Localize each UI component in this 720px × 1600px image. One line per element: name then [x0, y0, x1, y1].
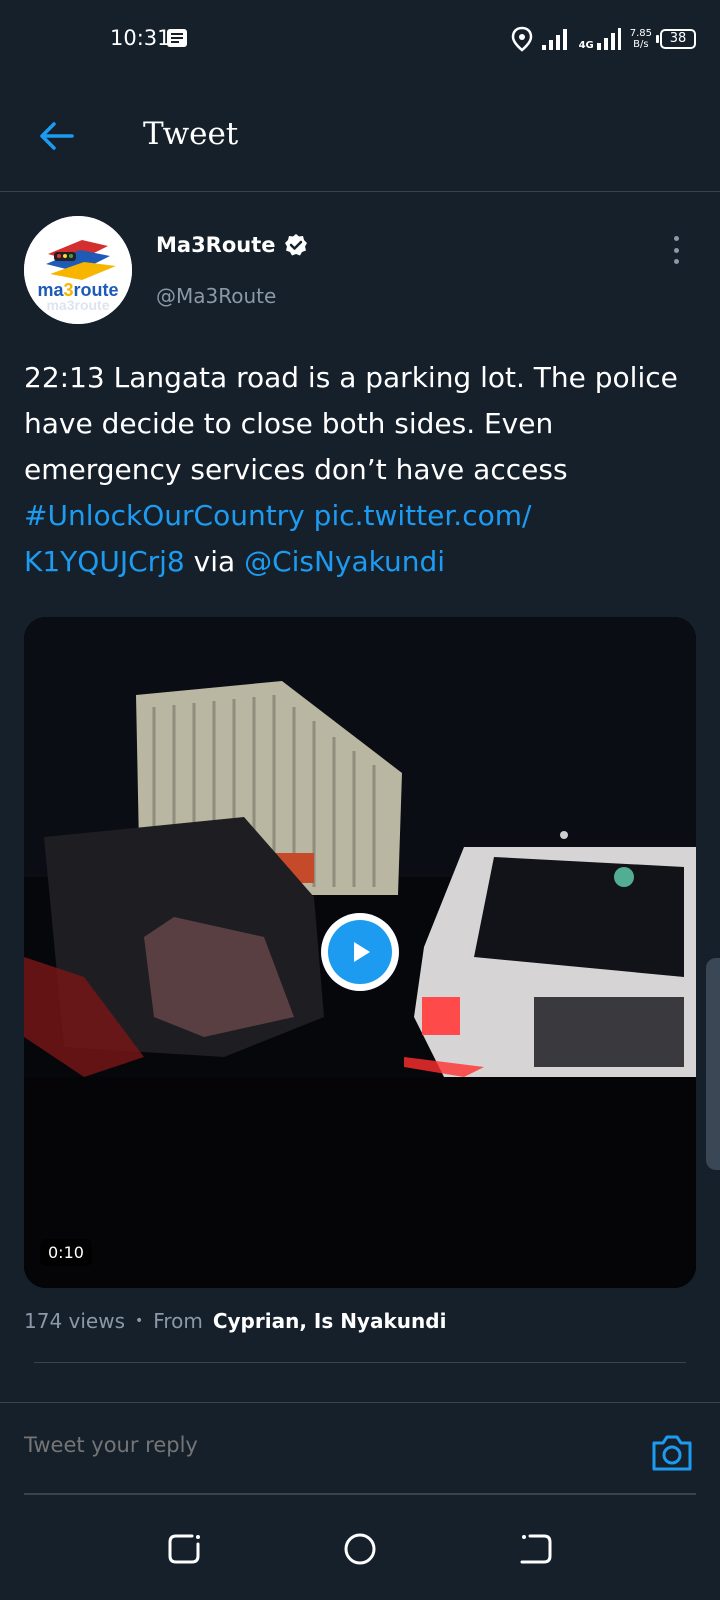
- mention-link[interactable]: @CisNyakundi: [244, 545, 445, 578]
- from-name[interactable]: Cyprian, Is Nyakundi: [213, 1309, 447, 1333]
- view-count: 174 views: [24, 1309, 126, 1333]
- home-circle-icon[interactable]: [340, 1528, 380, 1568]
- reply-input[interactable]: [24, 1433, 584, 1457]
- via-label: via: [193, 545, 236, 578]
- more-dot-icon: [673, 259, 679, 264]
- status-icons: 4G 7.85 B/s 38: [511, 24, 696, 54]
- battery-icon: 38: [656, 29, 696, 49]
- network-speed: 7.85 B/s: [630, 28, 652, 50]
- tweet-text: 22:13 Langata road is a parking lot. The…: [24, 355, 696, 585]
- header: Tweet: [0, 82, 720, 192]
- network-type-label: 4G: [578, 40, 594, 51]
- author-name[interactable]: Ma3Route: [156, 233, 276, 257]
- reply-bar: [0, 1402, 720, 1495]
- more-options-button[interactable]: [664, 232, 688, 268]
- video-duration: 0:10: [40, 1239, 92, 1266]
- back-button[interactable]: [32, 112, 80, 160]
- avatar[interactable]: ma3route ma3route: [24, 216, 132, 324]
- location-icon: [511, 26, 532, 52]
- nav-back-icon[interactable]: [516, 1528, 556, 1568]
- play-button[interactable]: [321, 913, 399, 991]
- play-icon: [354, 942, 370, 962]
- from-label: From: [153, 1309, 203, 1333]
- status-bar: 10:31 4G 7.85 B/s 38: [0, 0, 720, 80]
- system-nav-bar: [0, 1494, 720, 1600]
- hashtag-link[interactable]: #UnlockOurCountry: [24, 499, 305, 532]
- more-dot-icon: [673, 236, 679, 241]
- ma3route-logo: ma3route ma3route: [24, 216, 132, 324]
- camera-icon[interactable]: [650, 1433, 694, 1473]
- divider: [34, 1362, 686, 1363]
- tweet-body: 22:13 Langata road is a parking lot. The…: [24, 361, 678, 486]
- video-player[interactable]: 0:10: [24, 617, 696, 1288]
- author-name-row[interactable]: Ma3Route: [156, 233, 308, 257]
- recents-icon[interactable]: [164, 1528, 204, 1568]
- signal-icon: [541, 29, 567, 50]
- author-handle[interactable]: @Ma3Route: [156, 284, 276, 308]
- verified-badge-icon: [284, 234, 307, 256]
- tweet-meta: 174 views • From Cyprian, Is Nyakundi: [24, 1309, 446, 1333]
- scroll-handle[interactable]: [706, 958, 720, 1170]
- more-dot-icon: [673, 247, 679, 253]
- notification-icon: [167, 29, 187, 47]
- signal-4g-icon: [596, 28, 621, 50]
- speed-value: 7.85: [629, 28, 652, 39]
- speed-unit: B/s: [633, 39, 649, 50]
- page-title: Tweet: [143, 116, 239, 152]
- arrow-left-icon: [40, 122, 74, 150]
- svg-text:ma3route: ma3route: [46, 297, 109, 313]
- status-time: 10:31: [110, 26, 171, 50]
- meta-separator: •: [135, 1313, 144, 1329]
